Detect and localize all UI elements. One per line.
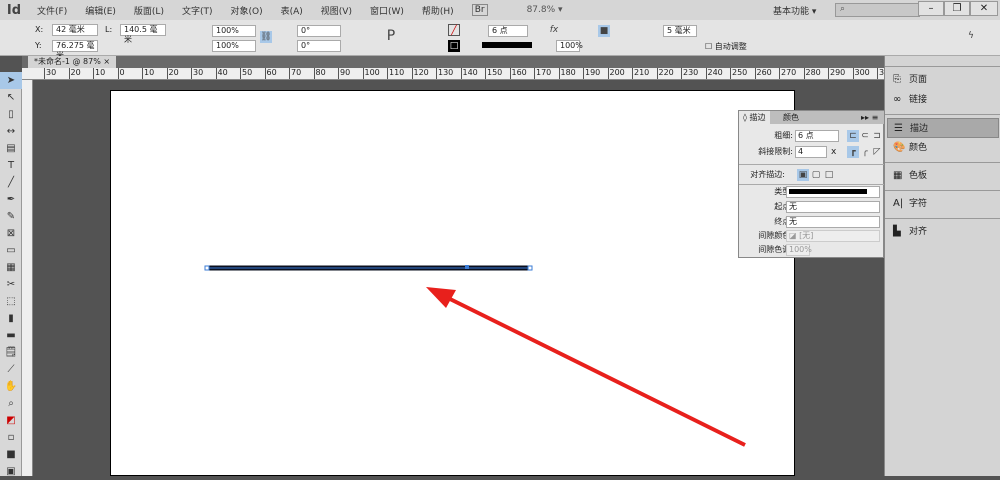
panel-color[interactable]: 🎨 颜色 <box>887 138 999 158</box>
panel-label: 字符 <box>909 199 928 209</box>
panel-pages[interactable]: ⎘ 页面 <box>887 70 999 90</box>
gap-color-value: [无] <box>799 231 814 240</box>
panel-dock: ⎘ 页面 ∞ 链接 ☰ 描边 🎨 颜色 ▦ 色板 A| 字符 ▙ 对齐 <box>884 56 1000 476</box>
gap-tint-field[interactable]: 100% <box>786 244 812 256</box>
weight-label: 粗细: <box>774 131 793 140</box>
align-icon: ▙ <box>893 226 901 237</box>
cap-round-icon[interactable]: ⊂ <box>859 130 871 142</box>
links-icon: ∞ <box>893 94 902 105</box>
join-bevel-icon[interactable]: ◸ <box>871 146 883 158</box>
align-center-icon[interactable]: ▣ <box>797 169 809 181</box>
panel-align[interactable]: ▙ 对齐 <box>887 222 999 242</box>
panel-swatches[interactable]: ▦ 色板 <box>887 166 999 186</box>
pages-icon: ⎘ <box>893 74 901 85</box>
panel-stroke[interactable]: ☰ 描边 <box>887 118 999 138</box>
panel-label: 描边 <box>910 124 929 134</box>
join-round-icon[interactable]: ╭ <box>859 146 871 158</box>
start-select[interactable]: 无 <box>786 201 880 213</box>
end-select[interactable]: 无 <box>786 216 880 228</box>
panel-links[interactable]: ∞ 链接 <box>887 90 999 110</box>
tab-color[interactable]: 颜色 <box>779 111 803 124</box>
tab-stroke[interactable]: ◊ 描边 <box>739 111 770 124</box>
stroke-icon: ☰ <box>894 123 903 134</box>
panel-character[interactable]: A| 字符 <box>887 194 999 214</box>
panel-label: 色板 <box>909 171 928 181</box>
panel-label: 链接 <box>909 95 928 105</box>
panel-label: 颜色 <box>909 143 928 153</box>
red-arrow-head <box>426 287 456 308</box>
join-miter-icon[interactable]: ┏ <box>847 146 859 158</box>
miter-unit: x <box>831 147 837 157</box>
panel-label: 对齐 <box>909 227 928 237</box>
line-center-handle[interactable] <box>465 265 469 269</box>
color-icon: 🎨 <box>893 142 906 153</box>
panel-label: 页面 <box>909 75 928 85</box>
line-end-handle[interactable] <box>527 265 533 271</box>
panel-menu-icon[interactable]: ▸▸ ≡ <box>857 111 882 124</box>
align-inside-icon[interactable]: ▢ <box>810 169 822 181</box>
align-outside-icon[interactable]: □ <box>823 169 835 181</box>
line-start-handle[interactable] <box>204 265 210 271</box>
miter-label: 斜接限制: <box>758 147 793 156</box>
character-icon: A| <box>893 198 904 209</box>
align-stroke-label: 对齐描边: <box>750 170 785 179</box>
gap-color-select[interactable]: ◪ [无] <box>786 230 880 242</box>
type-select[interactable] <box>786 186 880 198</box>
weight-select[interactable]: 6 点 <box>795 130 839 142</box>
miter-field[interactable]: 4 <box>795 146 827 158</box>
stroke-panel: ◊ 描边 颜色 ▸▸ ≡ 粗细: 6 点 ⊏ ⊂ ⊐ 斜接限制: 4 x ┏ ╭ ◸ 对齐描边: ▣… <box>738 110 885 258</box>
swatches-icon: ▦ <box>893 170 903 181</box>
red-arrow-shaft <box>447 296 746 447</box>
cap-square-icon[interactable]: ⊐ <box>871 130 883 142</box>
cap-butt-icon[interactable]: ⊏ <box>847 130 859 142</box>
tab-stroke-label: 描边 <box>749 113 766 122</box>
